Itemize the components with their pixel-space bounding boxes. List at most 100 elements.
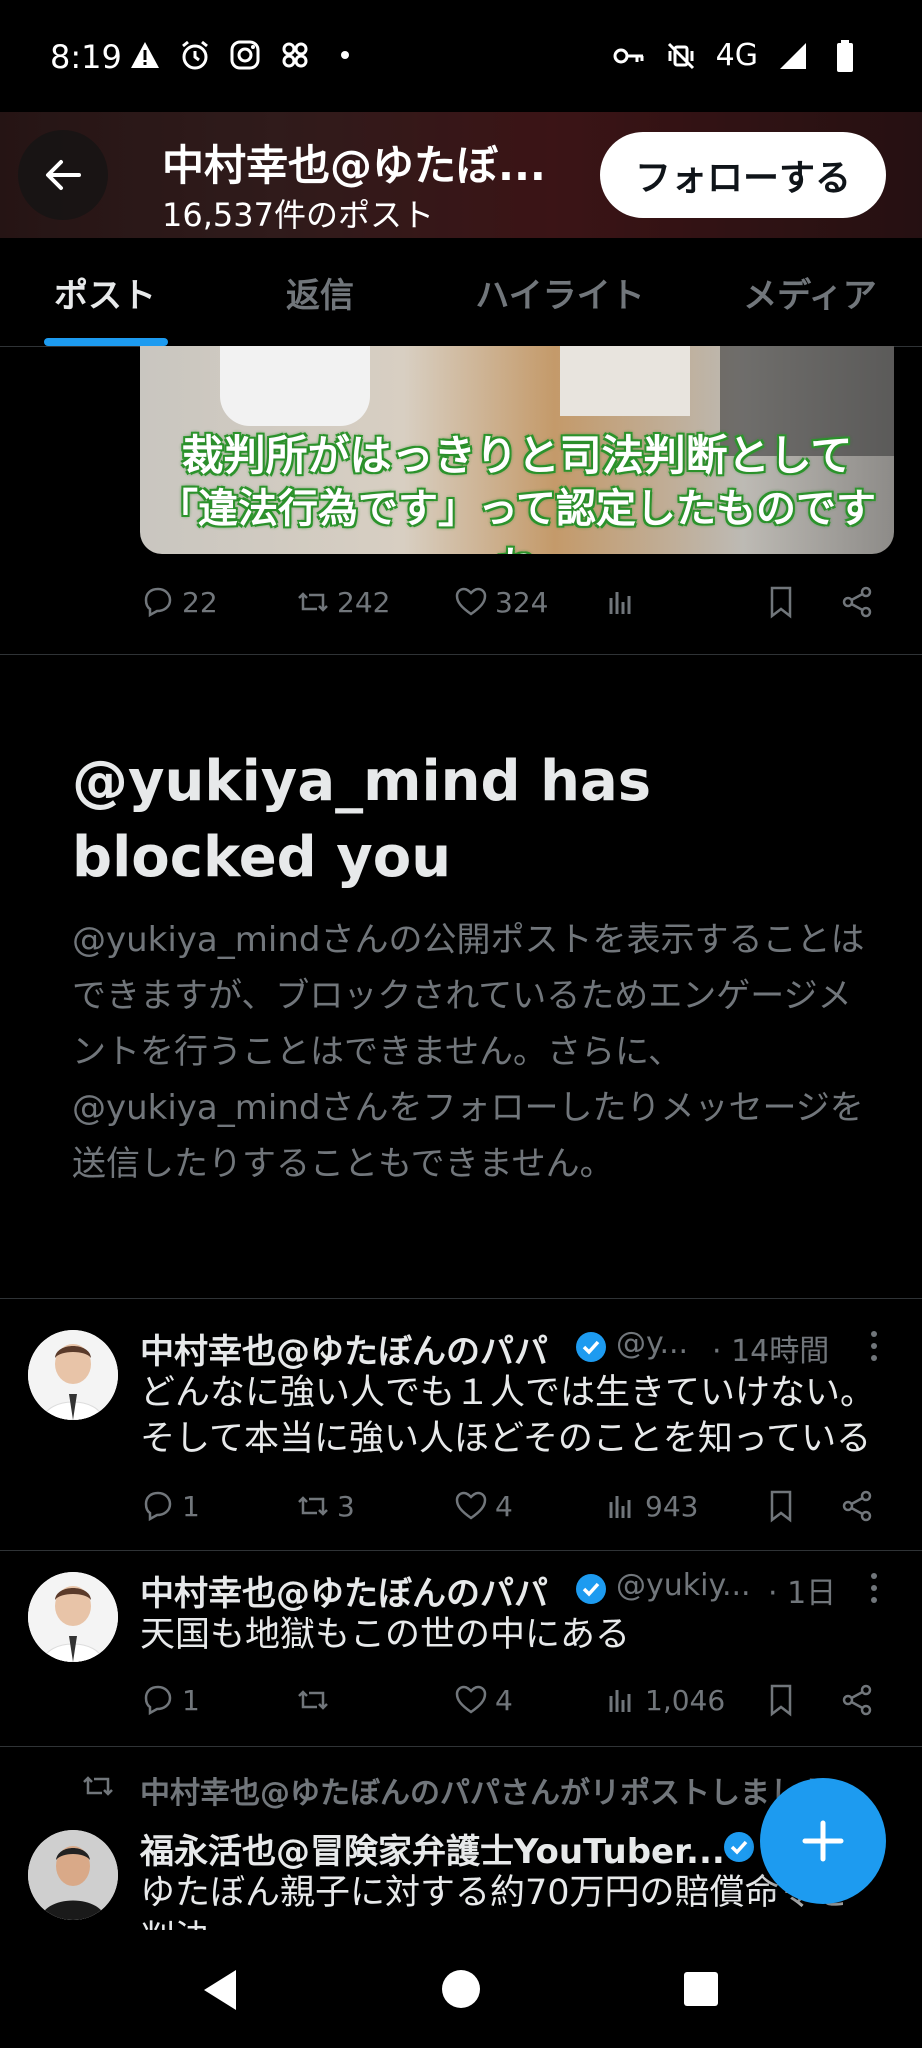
bookmark-icon — [770, 1490, 792, 1523]
tab-media[interactable]: メディア — [720, 238, 900, 346]
reply-button[interactable]: 22 — [140, 584, 295, 620]
status-left-icons — [128, 38, 362, 72]
repost-icon — [298, 1690, 328, 1710]
share-icon — [842, 1490, 872, 1522]
views-button[interactable]: 1,046 — [603, 1682, 763, 1718]
share-button[interactable] — [839, 584, 875, 620]
tweet-text-line1: 天国も地獄もこの世の中にある — [140, 1615, 631, 1655]
tweet-handle: @y... — [616, 1326, 689, 1361]
post-actions: 1 4 1,046 — [140, 1670, 900, 1730]
avatar[interactable] — [28, 1830, 118, 1920]
heart-icon — [455, 1491, 487, 1520]
tweet-time: · 14時間 — [712, 1334, 830, 1369]
post-actions: 22 242 324 — [140, 572, 900, 632]
active-tab-indicator — [44, 338, 168, 346]
image-caption-line2: 「違法行為です」って認定したものですね — [158, 486, 876, 554]
like-count: 4 — [495, 1683, 513, 1717]
repost-button[interactable] — [295, 1682, 453, 1718]
bookmark-button[interactable] — [763, 1488, 839, 1524]
reply-button[interactable]: 1 — [140, 1488, 295, 1524]
blocked-description: @yukiya_mindさんの公開ポストを表示することはできますが、ブロックされ… — [72, 920, 865, 1184]
views-button[interactable]: 943 — [603, 1488, 763, 1524]
android-nav-bar — [0, 1930, 922, 2048]
nav-recents-icon[interactable] — [682, 1970, 720, 2008]
repost-count: 3 — [337, 1489, 355, 1523]
view-count: 943 — [645, 1489, 699, 1523]
alarm-icon — [178, 38, 212, 72]
tweet-item[interactable]: 中村幸也@ゆたぼんのパパ @yukiy... · 1日 天国も地獄もこの世の中に… — [0, 1552, 922, 1744]
repost-icon — [298, 1496, 328, 1516]
share-button[interactable] — [839, 1488, 875, 1524]
avatar[interactable] — [28, 1572, 118, 1662]
warning-icon — [128, 38, 162, 72]
repost-button[interactable]: 242 — [295, 584, 453, 620]
threads-icon — [278, 38, 312, 72]
heart-icon — [455, 1685, 487, 1714]
tweet-author-name[interactable]: 中村幸也@ゆたぼんのパパ — [140, 1566, 548, 1615]
reply-count: 1 — [182, 1683, 200, 1717]
tab-replies[interactable]: 返信 — [230, 238, 410, 346]
bookmark-icon — [770, 586, 792, 619]
nav-back-icon[interactable] — [200, 1968, 240, 2012]
like-count: 324 — [495, 585, 549, 619]
view-count: 1,046 — [645, 1683, 726, 1717]
reply-icon — [144, 587, 172, 618]
tweet-item[interactable]: 中村幸也@ゆたぼんのパパ @y... · 14時間 どんなに強い人でも１人では生… — [0, 1300, 922, 1548]
like-button[interactable]: 324 — [453, 584, 603, 620]
views-chart-icon — [609, 1496, 631, 1518]
share-button[interactable] — [839, 1682, 875, 1718]
post-count: 16,537件のポスト — [162, 196, 434, 234]
nav-home-icon[interactable] — [440, 1968, 482, 2010]
post-actions: 1 3 4 943 — [140, 1476, 900, 1536]
like-button[interactable]: 4 — [453, 1682, 603, 1718]
verified-badge-icon — [576, 1332, 606, 1362]
profile-tabs: ポスト 返信 ハイライト メディア — [0, 238, 922, 347]
repost-button[interactable]: 3 — [295, 1488, 453, 1524]
key-icon — [612, 39, 646, 73]
follow-button[interactable]: フォローする — [600, 132, 886, 218]
post-media-image[interactable]: 裁判所がはっきりと司法判断として 「違法行為です」って認定したものですね — [140, 346, 894, 554]
tweet-handle: @yukiy... — [616, 1568, 751, 1603]
tweet-author-name[interactable]: 中村幸也@ゆたぼんのパパ — [140, 1324, 548, 1373]
image-laptop-shape — [560, 346, 690, 416]
status-bar: 8:19 4G — [0, 0, 922, 112]
divider — [0, 1746, 922, 1747]
dot-icon — [328, 38, 362, 72]
tweet-text-line2: 判決 — [140, 1916, 210, 1930]
tweet-author-name[interactable]: 福永活也@冒険家弁護士YouTuber... — [140, 1824, 725, 1873]
repost-notice: 中村幸也@ゆたぼんのパパさんがリポストしました — [140, 1776, 830, 1811]
profile-header: 中村幸也@ゆたぼ... 16,537件のポスト フォローする — [0, 112, 922, 238]
reply-button[interactable]: 1 — [140, 1682, 295, 1718]
blocked-title: @yukiya_mind has blocked you — [72, 749, 652, 890]
status-time: 8:19 — [50, 38, 122, 76]
views-button[interactable] — [603, 584, 763, 620]
tab-highlights[interactable]: ハイライト — [440, 238, 680, 346]
back-button[interactable] — [18, 130, 108, 220]
more-options-icon[interactable] — [864, 1570, 884, 1606]
repost-count: 242 — [337, 585, 391, 619]
divider — [0, 654, 922, 655]
tweet-time: · 1日 — [768, 1576, 837, 1611]
compose-post-button[interactable] — [760, 1778, 886, 1904]
avatar[interactable] — [28, 1330, 118, 1420]
divider — [0, 1298, 922, 1299]
image-caption-line1: 裁判所がはっきりと司法判断として — [181, 431, 853, 480]
tab-posts[interactable]: ポスト — [20, 238, 190, 346]
like-button[interactable]: 4 — [453, 1488, 603, 1524]
reply-count: 22 — [182, 585, 218, 619]
more-options-icon[interactable] — [864, 1328, 884, 1364]
verified-badge-icon — [724, 1832, 754, 1862]
instagram-icon — [228, 38, 262, 72]
views-chart-icon — [609, 1690, 631, 1712]
reply-count: 1 — [182, 1489, 200, 1523]
bookmark-button[interactable] — [763, 584, 839, 620]
tweet-text-line1: ゆたぼん親子に対する約70万円の賠償命令を — [140, 1873, 850, 1913]
tweet-text-line2: そして本当に強い人ほどそのことを知っている — [140, 1419, 872, 1459]
bookmark-button[interactable] — [763, 1682, 839, 1718]
share-icon — [842, 1684, 872, 1716]
profile-name: 中村幸也@ゆたぼ... — [162, 141, 546, 190]
plus-icon — [802, 1820, 844, 1862]
bookmark-icon — [770, 1684, 792, 1717]
status-right-icons: 4G — [612, 38, 862, 73]
heart-icon — [455, 587, 487, 616]
